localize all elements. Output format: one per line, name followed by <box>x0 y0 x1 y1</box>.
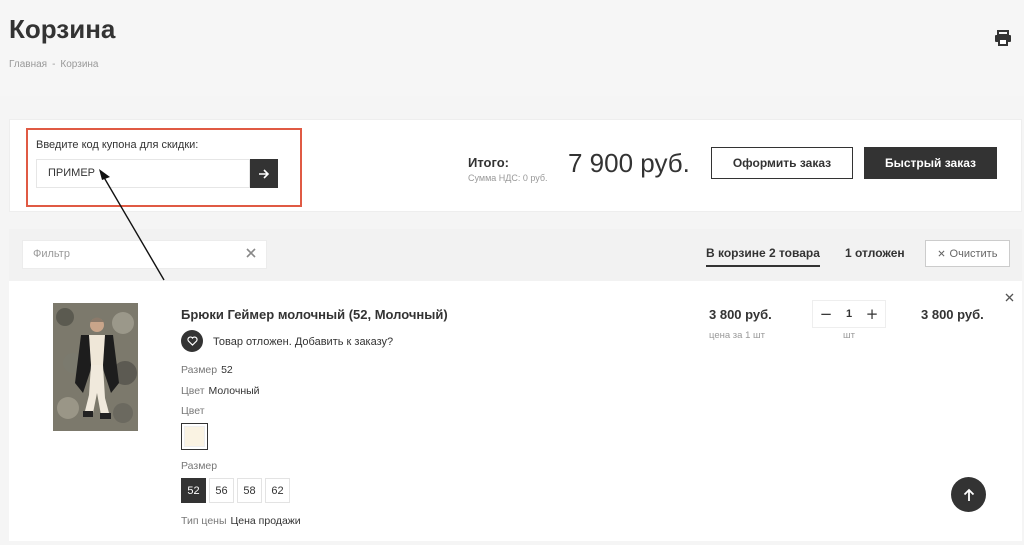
color-swatch-milky[interactable] <box>181 423 208 450</box>
quantity-input[interactable] <box>839 308 859 320</box>
breadcrumb: Главная - Корзина <box>9 59 99 70</box>
property-color-key: Цвет <box>181 385 205 397</box>
vat-amount: Сумма НДС: 0 руб. <box>468 173 548 183</box>
property-size: Размер 52 <box>181 364 233 376</box>
breadcrumb-separator: - <box>52 59 56 70</box>
quick-order-button[interactable]: Быстрый заказ <box>864 147 997 179</box>
remove-item-icon[interactable] <box>1005 293 1014 302</box>
size-selector: 52 56 58 62 <box>181 478 290 503</box>
cart-item: Брюки Геймер молочный (52, Молочный) Тов… <box>9 281 1022 541</box>
print-icon[interactable] <box>994 30 1012 46</box>
clear-cart-label: Очистить <box>949 247 998 260</box>
filter-input[interactable]: Фильтр <box>22 240 267 269</box>
quantity-stepper: − + <box>812 300 886 328</box>
breadcrumb-current: Корзина <box>60 59 99 70</box>
unit-price-note: цена за 1 шт <box>709 330 765 341</box>
price-type-key: Тип цены <box>181 515 227 527</box>
property-color: Цвет Молочный <box>181 385 260 397</box>
swatch-fill <box>184 426 205 447</box>
line-total: 3 800 руб. <box>921 307 984 322</box>
quantity-unit: шт <box>843 330 855 341</box>
total-price: 7 900 руб. <box>568 148 690 178</box>
size-option[interactable]: 62 <box>265 478 290 503</box>
close-icon[interactable] <box>245 247 257 259</box>
scroll-to-top-button[interactable] <box>951 477 986 512</box>
size-option[interactable]: 56 <box>209 478 234 503</box>
tab-deferred[interactable]: 1 отложен <box>845 246 905 260</box>
size-option[interactable]: 52 <box>181 478 206 503</box>
decrease-quantity-button[interactable]: − <box>819 307 833 322</box>
increase-quantity-button[interactable]: + <box>865 307 879 322</box>
coupon-box: Введите код купона для скидки: ПРИМЕР <box>26 128 302 207</box>
order-summary: Введите код купона для скидки: ПРИМЕР Ит… <box>9 119 1022 212</box>
coupon-apply-button[interactable] <box>250 159 278 188</box>
arrow-up-icon <box>963 488 974 501</box>
close-icon <box>938 250 945 257</box>
page-header: Корзина Главная - Корзина <box>0 0 1024 96</box>
unit-price: 3 800 руб. <box>709 307 772 322</box>
breadcrumb-home[interactable]: Главная <box>9 59 47 70</box>
property-size-key: Размер <box>181 364 218 376</box>
coupon-input[interactable]: ПРИМЕР <box>36 159 250 188</box>
checkout-button[interactable]: Оформить заказ <box>711 147 853 179</box>
favorite-button[interactable] <box>181 330 203 352</box>
price-type-value: Цена продажи <box>230 515 301 527</box>
size-selector-label: Размер <box>181 460 218 472</box>
coupon-label: Введите код купона для скидки: <box>36 139 199 151</box>
product-title[interactable]: Брюки Геймер молочный (52, Молочный) <box>181 307 448 322</box>
property-color-value: Молочный <box>208 385 260 397</box>
deferred-notice: Товар отложен. Добавить к заказу? <box>213 336 394 348</box>
product-image[interactable] <box>53 303 138 431</box>
color-selector-label: Цвет <box>181 405 205 417</box>
page-title: Корзина <box>9 14 116 44</box>
cart-filter-bar: Фильтр В корзине 2 товара 1 отложен Очис… <box>9 229 1022 281</box>
property-price-type: Тип цены Цена продажи <box>181 515 301 527</box>
arrow-right-icon <box>259 168 270 179</box>
property-size-value: 52 <box>221 364 233 376</box>
size-option[interactable]: 58 <box>237 478 262 503</box>
total-label: Итого: <box>468 155 509 170</box>
heart-icon <box>186 336 198 346</box>
clear-cart-button[interactable]: Очистить <box>925 240 1010 267</box>
tab-in-cart[interactable]: В корзине 2 товара <box>706 246 820 267</box>
